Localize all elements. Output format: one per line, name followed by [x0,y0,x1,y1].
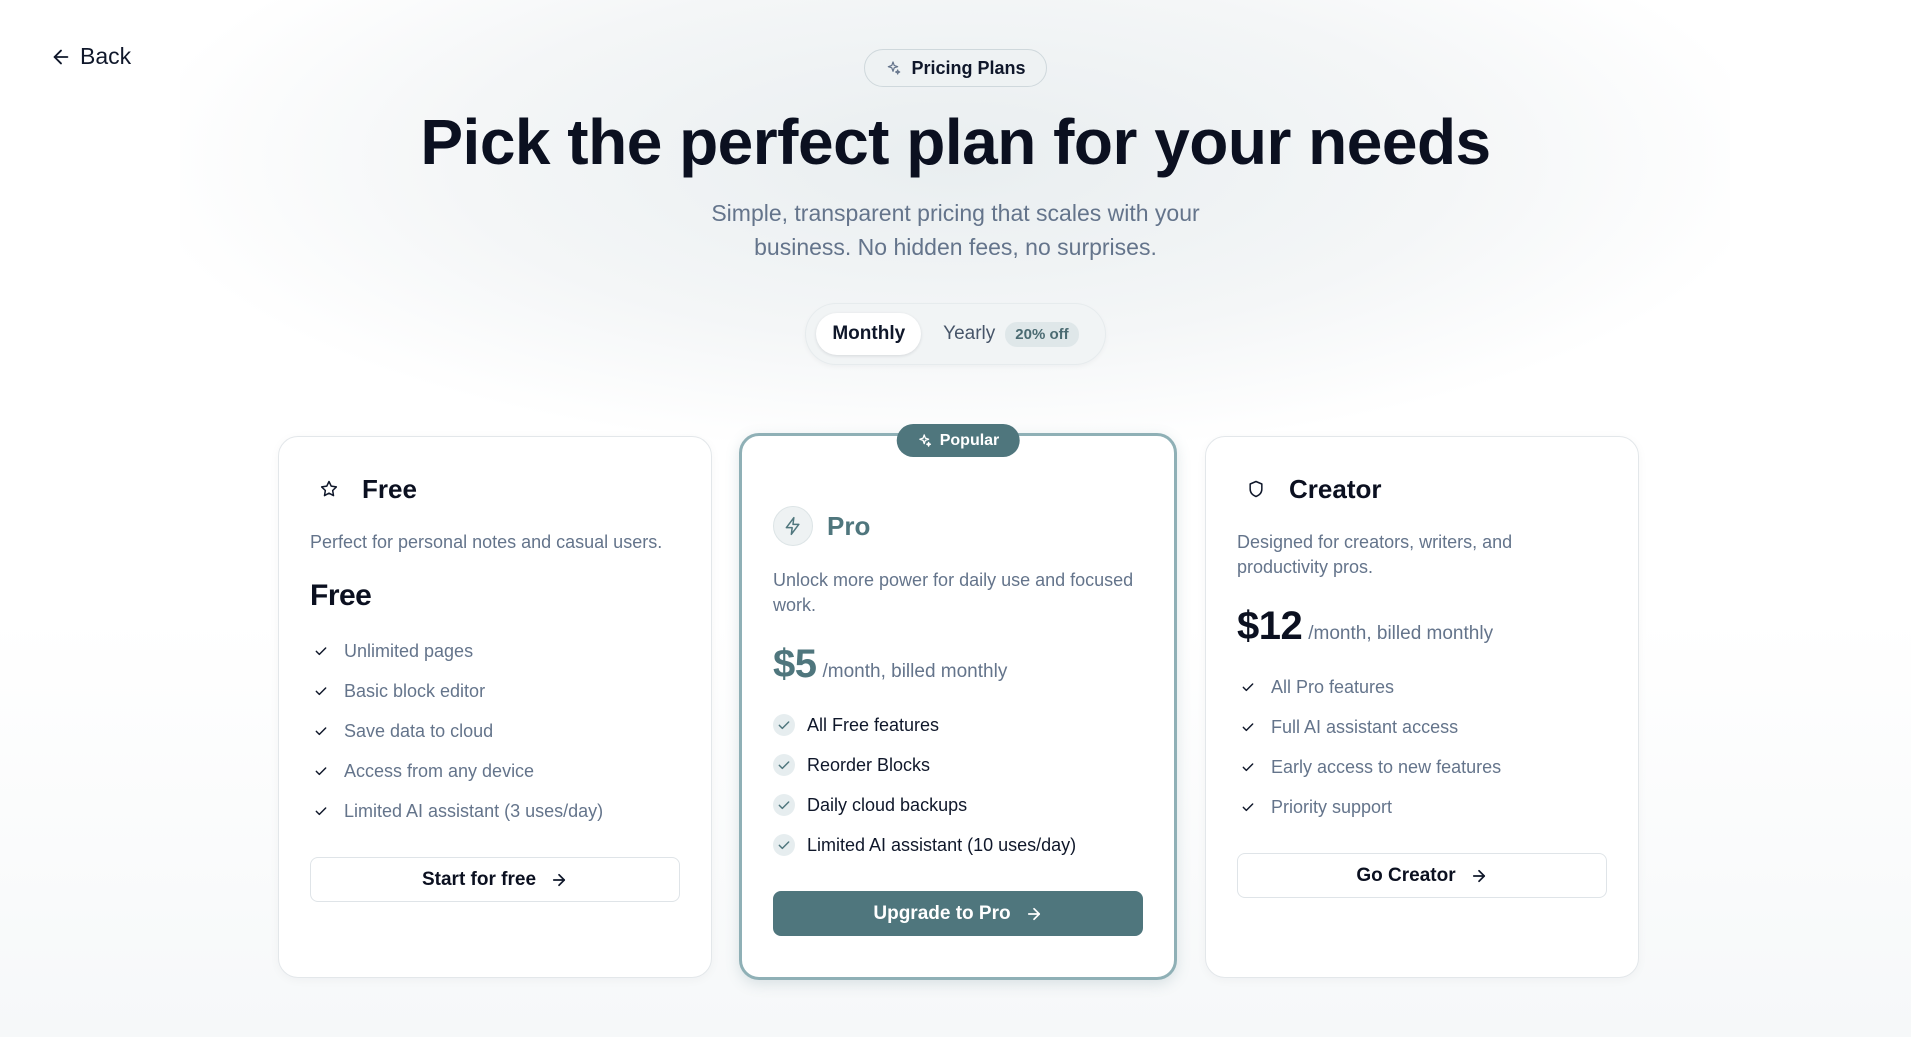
plan-period: /month, billed monthly [822,661,1008,682]
check-icon [1237,676,1259,698]
check-icon [310,760,332,782]
feature-item: Reorder Blocks [773,745,1143,785]
feature-label: Limited AI assistant (3 uses/day) [344,800,604,821]
feature-item: Limited AI assistant (10 uses/day) [773,825,1143,865]
check-icon [1237,796,1259,818]
popular-badge: Popular [896,424,1020,457]
plan-card-creator: Creator Designed for creators, writers, … [1205,436,1639,978]
check-icon [773,834,795,856]
feature-item: Daily cloud backups [773,785,1143,825]
feature-label: Priority support [1271,796,1393,817]
sparkles-icon [919,434,932,447]
feature-item: Full AI assistant access [1237,707,1607,747]
cta-label: Start for free [421,868,537,890]
shield-icon [1237,470,1275,508]
plan-period: /month, billed monthly [1308,623,1494,644]
feature-label: All Pro features [1271,676,1395,697]
hero-section: Pricing Plans Pick the perfect plan for … [0,49,1911,365]
feature-item: All Pro features [1237,667,1607,707]
plan-card-pro: Popular Pro Unlock more power for daily … [739,424,1177,980]
cta-label: Go Creator [1356,864,1456,886]
feature-label: Unlimited pages [344,640,474,661]
toggle-monthly[interactable]: Monthly [816,313,922,356]
check-icon [310,720,332,742]
billing-toggle: Monthly Yearly 20% off [806,304,1105,365]
upgrade-to-pro-button[interactable]: Upgrade to Pro [773,891,1143,936]
check-icon [310,640,332,662]
feature-label: Save data to cloud [344,720,494,741]
feature-label: Reorder Blocks [807,754,931,775]
page-title: Pick the perfect plan for your needs [420,106,1491,178]
plan-description: Unlock more power for daily use and focu… [773,570,1134,615]
plan-price: $5 [773,642,817,686]
plan-description: Perfect for personal notes and casual us… [310,532,663,552]
arrow-right-icon [1027,907,1040,920]
plan-price: $12 [1237,604,1303,648]
plan-name: Creator [1289,473,1382,504]
feature-item: Limited AI assistant (3 uses/day) [310,791,680,831]
arrow-right-icon [1472,869,1485,882]
plan-name: Pro [827,510,871,541]
page-subtitle: Simple, transparent pricing that scales … [711,200,1200,261]
feature-item: Save data to cloud [310,711,680,751]
check-icon [773,794,795,816]
pill-label: Pricing Plans [911,57,1026,78]
check-icon [1237,716,1259,738]
sparkles-icon [888,61,901,75]
feature-item: Early access to new features [1237,747,1607,787]
toggle-yearly-label: Yearly [943,323,996,345]
check-icon [310,800,332,822]
start-for-free-button[interactable]: Start for free [310,857,680,902]
cta-label: Upgrade to Pro [873,902,1011,924]
toggle-monthly-label: Monthly [832,323,906,345]
popular-label: Popular [939,431,1000,449]
lightning-icon [773,506,813,546]
pricing-plans-pill: Pricing Plans [864,49,1047,87]
feature-label: Daily cloud backups [807,794,968,815]
plan-description: Designed for creators, writers, and prod… [1237,532,1513,577]
feature-label: Limited AI assistant (10 uses/day) [807,834,1077,855]
feature-label: Early access to new features [1271,756,1502,777]
plan-name: Free [362,473,417,504]
plan-card-free: Free Perfect for personal notes and casu… [278,436,712,978]
feature-list: All Pro features Full AI assistant acces… [1237,667,1607,827]
check-icon [773,754,795,776]
feature-label: Access from any device [344,760,535,781]
feature-item: Unlimited pages [310,631,680,671]
feature-label: Basic block editor [344,680,486,701]
discount-badge: 20% off [1005,321,1079,347]
feature-item: All Free features [773,705,1143,745]
feature-item: Priority support [1237,787,1607,827]
feature-list: All Free features Reorder Blocks Daily c… [773,705,1143,865]
feature-label: Full AI assistant access [1271,716,1459,737]
toggle-yearly[interactable]: Yearly 20% off [927,313,1094,355]
arrow-right-icon [552,873,566,886]
check-icon [1237,756,1259,778]
feature-item: Basic block editor [310,671,680,711]
check-icon [773,714,795,736]
plan-price: Free [310,579,372,612]
check-icon [310,680,332,702]
star-icon [310,470,348,508]
feature-label: All Free features [807,714,940,735]
feature-list: Unlimited pages Basic block editor Save … [310,631,680,831]
go-creator-button[interactable]: Go Creator [1237,853,1607,898]
feature-item: Access from any device [310,751,680,791]
